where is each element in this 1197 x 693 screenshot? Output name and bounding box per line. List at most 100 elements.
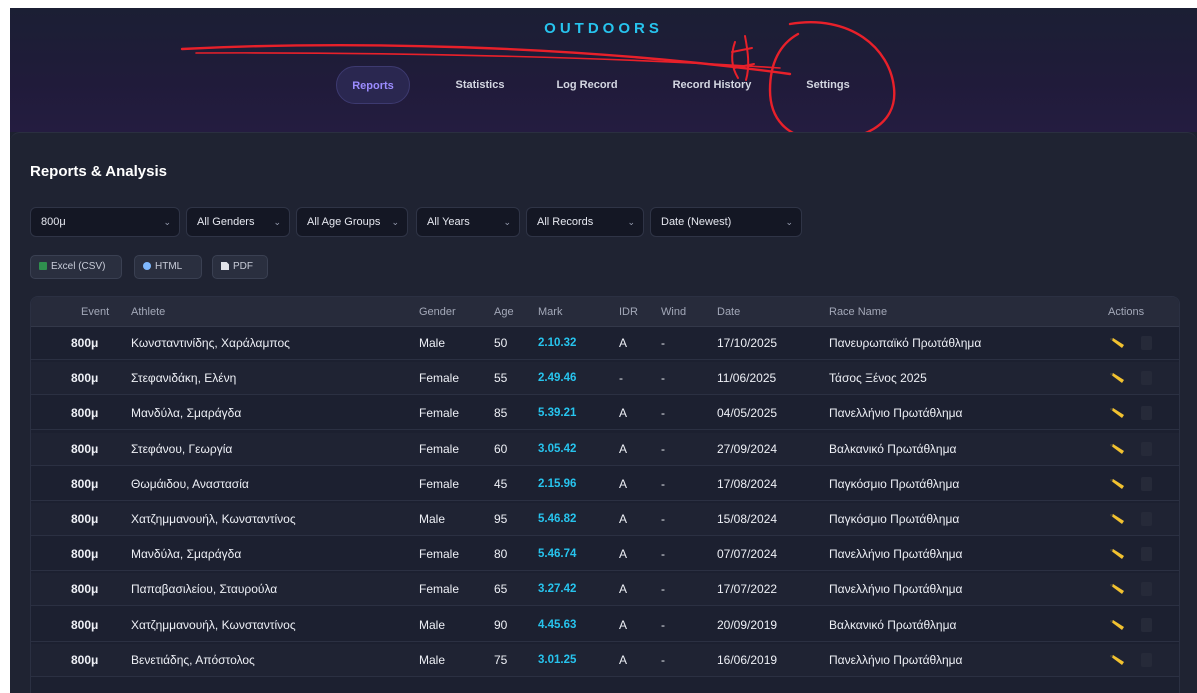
table-row[interactable]: 800μ Μανδύλα, Σμαράγδα Female 85 5.39.21 A - 04… — [31, 397, 1179, 431]
tab-statistics[interactable]: Statistics — [442, 66, 518, 104]
column-header-event[interactable]: Event — [81, 297, 109, 327]
mark-cell: 5.46.82 — [538, 513, 577, 525]
table-header: Event Athlete Gender Age Mark IDR Wind D… — [31, 297, 1179, 327]
tab-reports[interactable]: Reports — [336, 66, 410, 104]
age-group-select[interactable]: All Age Groups ⌄ — [296, 207, 408, 237]
pencil-icon[interactable] — [1109, 549, 1125, 560]
table-row[interactable]: 800μ Χατζημμανουήλ, Κωνσταντίνος Male 90 4.4… — [31, 609, 1179, 642]
records-select-value: All Records — [537, 216, 594, 228]
column-header-age[interactable]: Age — [494, 297, 514, 327]
table-row[interactable]: 800μ Στεφανιδάκη, Ελένη Female 55 2.49.46 - - 1… — [31, 362, 1179, 396]
gender-cell: Male — [419, 336, 446, 350]
export-pdf-button[interactable]: PDF — [212, 255, 268, 279]
table-row[interactable]: 800μ Μανδύλα, Σμαράγδα Female 80 5.46.74 A - 07… — [31, 538, 1179, 572]
race-name-cell: Τάσος Ξένος 2025 — [829, 371, 927, 386]
event-cell: 800μ — [71, 547, 99, 562]
wind-cell: - — [661, 406, 665, 421]
athlete-cell: Μανδύλα, Σμαράγδα — [131, 406, 242, 421]
pencil-icon[interactable] — [1109, 514, 1125, 524]
race-name-cell: Πανευρωπαϊκό Πρωτάθλημα — [829, 336, 982, 350]
column-header-race-name[interactable]: Race Name — [829, 297, 887, 327]
column-header-wind[interactable]: Wind — [661, 297, 686, 327]
wind-cell: - — [661, 512, 665, 526]
mark-cell: 3.05.42 — [538, 442, 577, 455]
trash-icon[interactable] — [1141, 512, 1152, 526]
pencil-icon[interactable] — [1109, 443, 1125, 454]
chevron-down-icon: ⌄ — [503, 217, 511, 227]
pencil-icon[interactable] — [1109, 478, 1125, 489]
tab-record-history[interactable]: Record History — [668, 66, 756, 104]
wind-cell: - — [661, 547, 665, 562]
pencil-icon[interactable] — [1109, 373, 1125, 384]
trash-icon[interactable] — [1141, 441, 1152, 456]
export-pdf-label: PDF — [233, 261, 253, 272]
pencil-icon[interactable] — [1109, 619, 1125, 630]
gender-cell: Female — [419, 441, 460, 456]
event-select-value: 800μ — [41, 216, 66, 228]
race-name-cell: Βαλκανικό Πρωτάθλημα — [829, 617, 957, 632]
event-select[interactable]: 800μ ⌄ — [30, 207, 180, 237]
sort-select[interactable]: Date (Newest) ⌄ — [650, 207, 802, 237]
mark-cell: 4.45.63 — [538, 618, 577, 631]
trash-icon[interactable] — [1141, 336, 1152, 350]
table-row[interactable]: 800μ Κωνσταντινίδης, Χαράλαμπος Male 50 2.10… — [31, 327, 1179, 360]
column-header-mark[interactable]: Mark — [538, 297, 562, 327]
age-group-select-value: All Age Groups — [307, 216, 381, 228]
brand-title: OUTDOORS — [544, 20, 663, 37]
pencil-icon[interactable] — [1109, 654, 1125, 665]
gender-cell: Female — [419, 371, 460, 386]
table-row[interactable]: 800μ Θωμάιδου, Αναστασία Female 45 2.15.96 A -… — [31, 468, 1179, 501]
race-name-cell: Πανελλήνιο Πρωτάθλημα — [829, 547, 963, 562]
pencil-icon[interactable] — [1109, 408, 1125, 419]
race-name-cell: Πανελλήνιο Πρωτάθλημα — [829, 406, 963, 421]
export-csv-button[interactable]: Excel (CSV) — [30, 255, 122, 279]
column-header-athlete[interactable]: Athlete — [131, 297, 165, 327]
date-cell: 04/05/2025 — [717, 406, 778, 421]
mark-cell: 5.46.74 — [538, 548, 577, 561]
gender-select[interactable]: All Genders ⌄ — [186, 207, 290, 237]
idr-cell: A — [619, 512, 628, 526]
export-html-button[interactable]: HTML — [134, 255, 202, 279]
event-cell: 800μ — [71, 652, 99, 667]
trash-icon[interactable] — [1141, 652, 1152, 667]
date-cell: 17/07/2022 — [717, 582, 778, 597]
mark-cell: 2.49.46 — [538, 372, 577, 385]
pencil-icon[interactable] — [1109, 338, 1125, 348]
table-row[interactable]: 800μ Βενετιάδης, Απόστολος Male 75 3.01.25 A -… — [31, 643, 1179, 677]
athlete-cell: Χατζημμανουήλ, Κωνσταντίνος — [131, 512, 296, 526]
date-cell: 07/07/2024 — [717, 547, 778, 562]
table-body: 800μ Κωνσταντινίδης, Χαράλαμπος Male 50 2.10… — [31, 327, 1179, 693]
trash-icon[interactable] — [1141, 617, 1152, 632]
column-header-actions: Actions — [1108, 306, 1145, 318]
year-select-value: All Years — [427, 216, 470, 228]
column-header-date[interactable]: Date — [717, 297, 740, 327]
table-row[interactable]: 800μ Παπαβασιλείου, Σταυρούλα Female 65 3.27… — [31, 573, 1179, 607]
tab-settings[interactable]: Settings — [796, 66, 860, 104]
idr-cell: A — [619, 652, 628, 667]
wind-cell: - — [661, 336, 665, 350]
date-cell: 11/06/2025 — [717, 371, 777, 386]
date-cell: 15/08/2024 — [717, 512, 778, 526]
year-select[interactable]: All Years ⌄ — [416, 207, 520, 237]
trash-icon[interactable] — [1141, 371, 1152, 386]
records-select[interactable]: All Records ⌄ — [526, 207, 644, 237]
mark-cell: 2.10.32 — [538, 337, 577, 349]
age-cell: 55 — [494, 371, 508, 386]
gender-cell: Female — [419, 406, 460, 421]
mark-cell: 2.15.96 — [538, 477, 577, 490]
athlete-cell: Βενετιάδης, Απόστολος — [131, 652, 255, 667]
column-header-gender[interactable]: Gender — [419, 297, 456, 327]
athlete-cell: Παπαβασιλείου, Σταυρούλα — [131, 582, 278, 597]
age-cell: 90 — [494, 617, 508, 632]
column-header-idr[interactable]: IDR — [619, 297, 638, 327]
trash-icon[interactable] — [1141, 476, 1152, 491]
trash-icon[interactable] — [1141, 406, 1152, 421]
trash-icon[interactable] — [1141, 547, 1152, 562]
tab-log-record[interactable]: Log Record — [546, 66, 628, 104]
pencil-icon[interactable] — [1109, 584, 1125, 595]
table-row[interactable]: 800μ Χατζημμανουήλ, Κωνσταντίνος Male 95 5.4… — [31, 503, 1179, 536]
export-csv-label: Excel (CSV) — [51, 261, 106, 272]
trash-icon[interactable] — [1141, 582, 1152, 597]
race-name-cell: Παγκόσμιο Πρωτάθλημα — [829, 476, 960, 491]
table-row[interactable]: 800μ Στεφάνου, Γεωργία Female 60 3.05.42 A - 27… — [31, 432, 1179, 466]
